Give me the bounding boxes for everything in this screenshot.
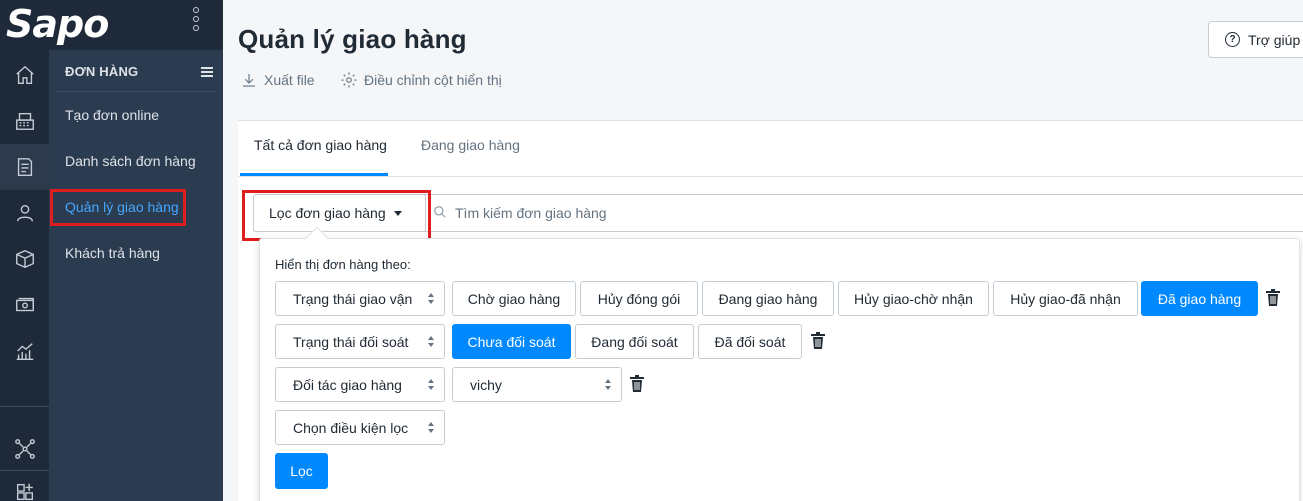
tab-all-deliveries[interactable]: Tất cả đơn giao hàng [254,137,387,153]
network-icon[interactable] [0,426,49,472]
delivery-partner-select[interactable]: vichy [452,367,622,402]
help-label: Trợ giúp [1248,31,1301,48]
menu-item-customer-returns[interactable]: Khách trả hàng [65,245,160,261]
option-chip[interactable]: Hủy đóng gói [580,281,698,316]
tab-shipping[interactable]: Đang giao hàng [421,137,520,153]
icon-rail [0,50,49,501]
product-box-icon[interactable] [0,236,49,282]
filter-field-label: Đối tác giao hàng [293,376,402,393]
option-chip[interactable]: Đã đối soát [698,324,802,359]
rail-divider [0,470,49,471]
search-input[interactable] [455,202,1255,224]
option-chip[interactable]: Hủy giao-chờ nhận [838,281,989,316]
trash-icon[interactable] [810,332,826,350]
search-icon [433,205,447,219]
option-chip[interactable]: Chờ giao hàng [452,281,576,316]
menu-heading: ĐƠN HÀNG [65,64,139,79]
hamburger-icon[interactable] [201,67,213,79]
filter-field-select[interactable]: Trạng thái giao vận [275,281,445,316]
apply-filter-button[interactable]: Lọc [275,453,328,489]
option-chip-selected[interactable]: Đã giao hàng [1141,281,1258,316]
filter-field-label: Trạng thái giao vận [293,290,413,307]
home-icon[interactable] [0,52,49,98]
sort-arrows-icon [428,336,434,348]
page-title: Quản lý giao hàng [238,24,467,54]
trash-icon[interactable] [1265,289,1281,307]
export-file-button[interactable]: Xuất file [240,71,315,89]
gear-icon [341,72,357,88]
more-options-icon[interactable] [193,7,201,37]
download-icon [243,74,255,87]
menu-item-create-online-order[interactable]: Tạo đơn online [65,107,159,123]
menu-divider [57,91,215,92]
sort-arrows-icon [605,379,611,391]
filter-field-select[interactable]: Chọn điều kiện lọc [275,410,445,445]
highlight-box-menu [50,189,186,226]
option-chip[interactable]: Hủy giao-đã nhận [993,281,1138,316]
menu-item-order-list[interactable]: Danh sách đơn hàng [65,153,196,169]
option-chip[interactable]: Đang đối soát [575,324,694,359]
highlight-box-filter [242,190,431,241]
adjust-columns-label: Điều chỉnh cột hiển thị [364,72,502,88]
sort-arrows-icon [428,293,434,305]
popover-label: Hiển thị đơn hàng theo: [275,257,411,272]
export-label: Xuất file [264,72,315,88]
filter-field-select[interactable]: Đối tác giao hàng [275,367,445,402]
sidebar-header: Sapo [0,0,223,50]
sort-arrows-icon [428,379,434,391]
filter-field-label: Chọn điều kiện lọc [293,419,409,436]
tab-divider [238,176,1303,177]
orders-menu: ĐƠN HÀNG Tạo đơn online Danh sách đơn hà… [49,50,223,501]
adjust-columns-button[interactable]: Điều chỉnh cột hiển thị [340,71,502,89]
option-chip[interactable]: Đang giao hàng [702,281,834,316]
add-app-icon[interactable] [0,478,49,501]
option-chip-selected[interactable]: Chưa đối soát [452,324,571,359]
help-button[interactable]: ? Trợ giúp [1208,21,1303,58]
trash-icon[interactable] [629,375,645,393]
customer-icon[interactable] [0,190,49,236]
cash-register-icon[interactable] [0,98,49,144]
rail-divider [0,406,49,407]
filter-field-label: Trạng thái đối soát [293,333,409,350]
orders-icon[interactable] [0,144,49,190]
question-icon: ? [1225,32,1240,47]
filter-field-select[interactable]: Trạng thái đối soát [275,324,445,359]
sapo-logo[interactable]: Sapo [6,2,109,46]
report-chart-icon[interactable] [0,328,49,374]
sort-arrows-icon [428,422,434,434]
cash-icon[interactable] [0,282,49,328]
delivery-partner-value: vichy [470,376,502,393]
